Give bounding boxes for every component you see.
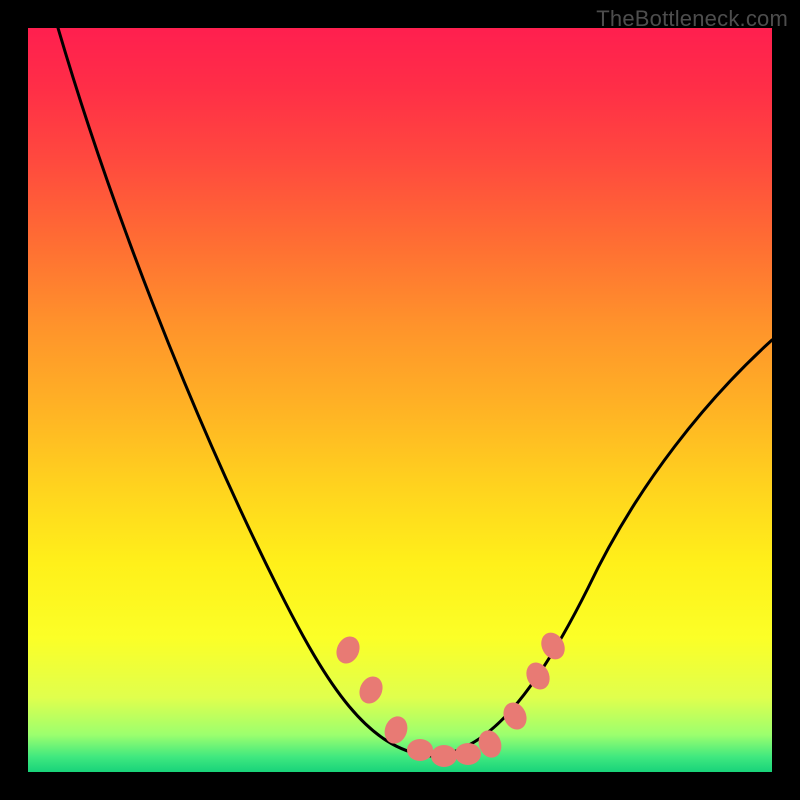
curve-marker — [455, 743, 481, 765]
curve-marker — [355, 673, 386, 708]
curve-marker — [499, 699, 530, 734]
curve-layer — [28, 28, 772, 772]
curve-marker — [381, 713, 411, 747]
curve-marker — [332, 633, 363, 668]
curve-marker — [522, 659, 554, 694]
attribution-text: TheBottleneck.com — [596, 6, 788, 32]
marker-group — [332, 628, 569, 767]
plot-area — [28, 28, 772, 772]
curve-marker — [431, 745, 457, 767]
curve-marker — [407, 739, 433, 761]
bottleneck-curve — [58, 28, 772, 756]
chart-frame: TheBottleneck.com — [0, 0, 800, 800]
